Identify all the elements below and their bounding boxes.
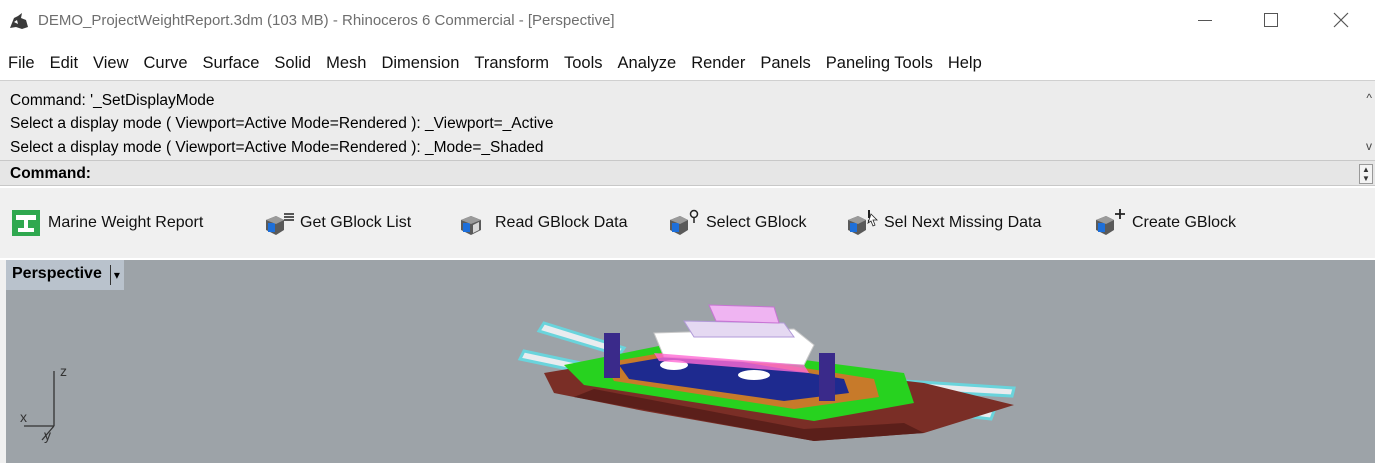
read-gblock-data-button[interactable]: Read GBlock Data [457,207,628,239]
perspective-viewport[interactable]: Perspective ▾ z x y [0,260,1375,463]
tool-label: Get GBlock List [300,214,412,231]
menu-help[interactable]: Help [948,54,982,73]
marine-weight-report-icon [12,210,40,236]
menu-file[interactable]: File [8,54,35,73]
menu-panels[interactable]: Panels [760,54,810,73]
menu-solid[interactable]: Solid [274,54,311,73]
command-prompt-label: Command: [10,165,91,182]
axis-y-label: y [44,427,51,443]
maximize-button[interactable] [1248,0,1294,40]
scroll-up-icon[interactable]: ^ [1366,91,1372,105]
get-gblock-list-button[interactable]: Get GBlock List [262,207,411,239]
axis-triad-icon: z x y [20,363,67,443]
command-history[interactable]: Command: '_SetDisplayMode Select a displ… [0,80,1375,160]
ship-3d-model[interactable] [484,293,1024,443]
command-prompt[interactable]: Command: ▲ ▼ [0,160,1375,186]
title-bar: DEMO_ProjectWeightReport.3dm (103 MB) - … [0,0,1375,44]
marine-weight-report-button[interactable]: Marine Weight Report [10,207,203,239]
close-icon [1333,12,1349,28]
scroll-down-icon[interactable]: v [1366,139,1372,153]
menu-paneling-tools[interactable]: Paneling Tools [826,54,933,73]
command-history-line: Command: '_SetDisplayMode [10,92,215,109]
menu-render[interactable]: Render [691,54,745,73]
axis-x-label: x [20,409,27,425]
menu-mesh[interactable]: Mesh [326,54,366,73]
tool-label: Select GBlock [706,214,807,231]
menu-view[interactable]: View [93,54,128,73]
sel-next-missing-data-button[interactable]: Sel Next Missing Data [846,207,1041,239]
viewport-title: Perspective [12,265,102,282]
create-gblock-icon [1096,209,1125,235]
select-gblock-icon [670,209,699,235]
plugin-toolbar: Marine Weight Report Get GBlock List Rea… [0,188,1375,258]
rhino-app-icon [8,10,30,32]
tool-label: Marine Weight Report [48,214,204,231]
read-gblock-data-icon [461,216,481,235]
minimize-icon [1198,19,1212,21]
menu-edit[interactable]: Edit [50,54,78,73]
menu-surface[interactable]: Surface [203,54,260,73]
tool-label: Sel Next Missing Data [884,214,1042,231]
get-gblock-list-icon [266,213,294,235]
chevron-down-icon[interactable]: ▾ [114,265,120,285]
viewport-title-tab[interactable]: Perspective ▾ [6,260,124,290]
menu-tools[interactable]: Tools [564,54,603,73]
menu-dimension[interactable]: Dimension [381,54,459,73]
close-button[interactable] [1318,0,1364,40]
axis-z-label: z [60,363,67,379]
command-spin-icon[interactable]: ▲ ▼ [1359,164,1373,184]
menu-curve[interactable]: Curve [144,54,188,73]
tool-label: Read GBlock Data [495,214,628,231]
select-gblock-button[interactable]: Select GBlock [668,207,806,239]
menu-transform[interactable]: Transform [474,54,549,73]
window-title: DEMO_ProjectWeightReport.3dm (103 MB) - … [38,12,615,29]
sel-next-missing-data-icon [848,210,878,235]
menu-bar: File Edit View Curve Surface Solid Mesh … [0,48,1375,78]
viewport-tab-divider [109,265,111,285]
maximize-icon [1264,13,1278,27]
menu-analyze[interactable]: Analyze [618,54,677,73]
tool-label: Create GBlock [1132,214,1237,231]
create-gblock-button[interactable]: Create GBlock [1094,207,1236,239]
command-history-line: Select a display mode ( Viewport=Active … [10,139,544,156]
command-history-line: Select a display mode ( Viewport=Active … [10,115,554,132]
minimize-button[interactable] [1182,0,1228,40]
